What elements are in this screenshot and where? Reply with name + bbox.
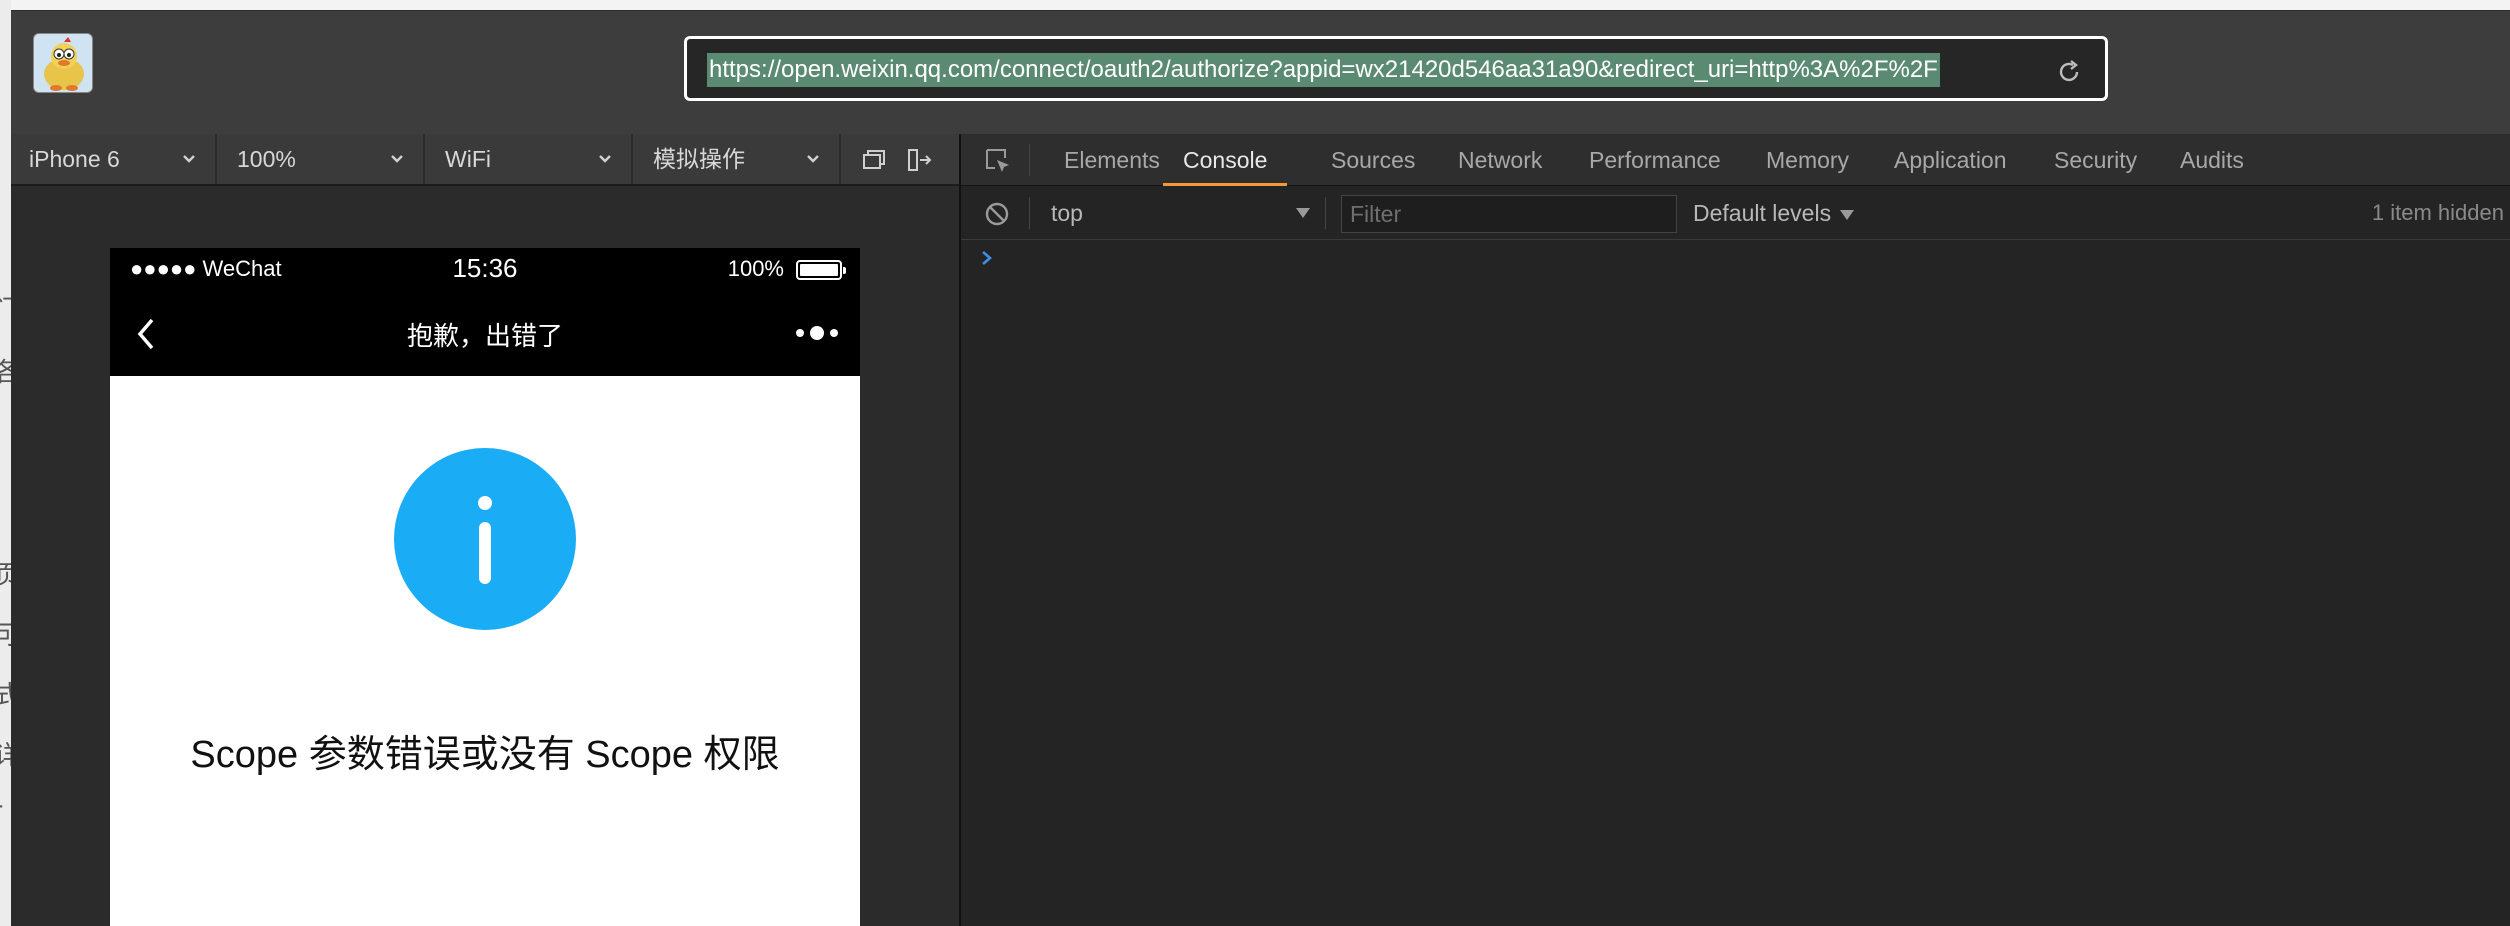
inspect-element-icon[interactable] (983, 146, 1013, 176)
toolbar-separator (1029, 197, 1030, 229)
device-select[interactable]: iPhone 6 (11, 134, 217, 184)
filter-input[interactable]: Filter (1341, 195, 1677, 233)
address-bar[interactable]: https://open.weixin.qq.com/connect/oauth… (684, 36, 2108, 101)
console-prompt-icon[interactable] (979, 248, 995, 268)
dropdown-triangle-icon (1840, 209, 1855, 220)
info-icon-bar (479, 522, 491, 584)
devtools-panel: Elements Console Sources Network Perform… (959, 134, 2510, 926)
tab-application[interactable]: Application (1894, 134, 2007, 186)
devtools-window: 门 各 页 可 式 详 r https://open.weix (0, 0, 2510, 926)
device-label: iPhone 6 (29, 146, 120, 172)
url-text[interactable]: https://open.weixin.qq.com/connect/oauth… (707, 53, 1940, 87)
top-bar: https://open.weixin.qq.com/connect/oauth… (11, 10, 2510, 134)
battery-percent: 100% (727, 256, 784, 281)
simulator-toolbar: iPhone 6 100% WiFi 模拟操作 (11, 134, 959, 186)
context-label: top (1051, 200, 1083, 226)
log-levels-select[interactable]: Default levels (1693, 187, 1855, 239)
network-select[interactable]: WiFi (427, 134, 633, 184)
network-label: WiFi (445, 146, 491, 172)
tab-memory[interactable]: Memory (1766, 134, 1849, 186)
duck-avatar-icon (34, 34, 92, 92)
zoom-label: 100% (237, 146, 296, 172)
info-icon-dot (478, 496, 492, 510)
chevron-down-icon (599, 155, 611, 163)
clear-console-icon[interactable] (983, 200, 1011, 228)
more-options-icon[interactable] (794, 323, 840, 343)
phone-screen: ●●●●● WeChat 15:36 100% 抱歉，出错了 Scope 参数错… (110, 248, 860, 926)
log-levels-label: Default levels (1693, 200, 1832, 226)
tab-sources[interactable]: Sources (1331, 134, 1415, 186)
window-mode-icon[interactable] (861, 147, 887, 173)
tab-console[interactable]: Console (1163, 134, 1288, 186)
chevron-down-icon (183, 155, 195, 163)
console-toolbar: top Filter Default levels 1 item hidden (961, 187, 2510, 240)
error-message: Scope 参数错误或没有 Scope 权限 (190, 734, 780, 776)
tab-separator (1029, 144, 1030, 176)
toolbar-separator (1325, 197, 1326, 229)
simulator-area: ●●●●● WeChat 15:36 100% 抱歉，出错了 Scope 参数错… (11, 186, 959, 926)
simulate-action-select[interactable]: 模拟操作 (635, 134, 841, 184)
phone-status-bar: ●●●●● WeChat 15:36 100% (110, 248, 860, 290)
zoom-select[interactable]: 100% (219, 134, 425, 184)
user-avatar[interactable] (33, 33, 93, 93)
tab-network[interactable]: Network (1458, 134, 1542, 186)
chevron-down-icon (807, 155, 819, 163)
battery-icon (796, 260, 846, 280)
tab-audits[interactable]: Audits (2180, 134, 2244, 186)
context-select[interactable]: top (1051, 187, 1311, 239)
chevron-down-icon (391, 155, 403, 163)
dropdown-triangle-icon (1296, 208, 1310, 218)
info-icon (394, 448, 576, 630)
reload-icon[interactable] (2055, 58, 2083, 86)
page-title: 抱歉，出错了 (406, 321, 563, 351)
simulate-action-label: 模拟操作 (653, 146, 745, 172)
dock-side-icon[interactable] (907, 147, 933, 173)
devtools-tab-bar: Elements Console Sources Network Perform… (961, 134, 2510, 186)
phone-nav-bar: 抱歉，出错了 (110, 290, 860, 376)
tab-security[interactable]: Security (2054, 134, 2137, 186)
background-window-edge: 门 各 页 可 式 详 r (0, 0, 11, 926)
tab-performance[interactable]: Performance (1589, 134, 1721, 186)
hidden-items-count: 1 item hidden (2371, 200, 2504, 225)
tab-elements[interactable]: Elements (1064, 134, 1160, 186)
